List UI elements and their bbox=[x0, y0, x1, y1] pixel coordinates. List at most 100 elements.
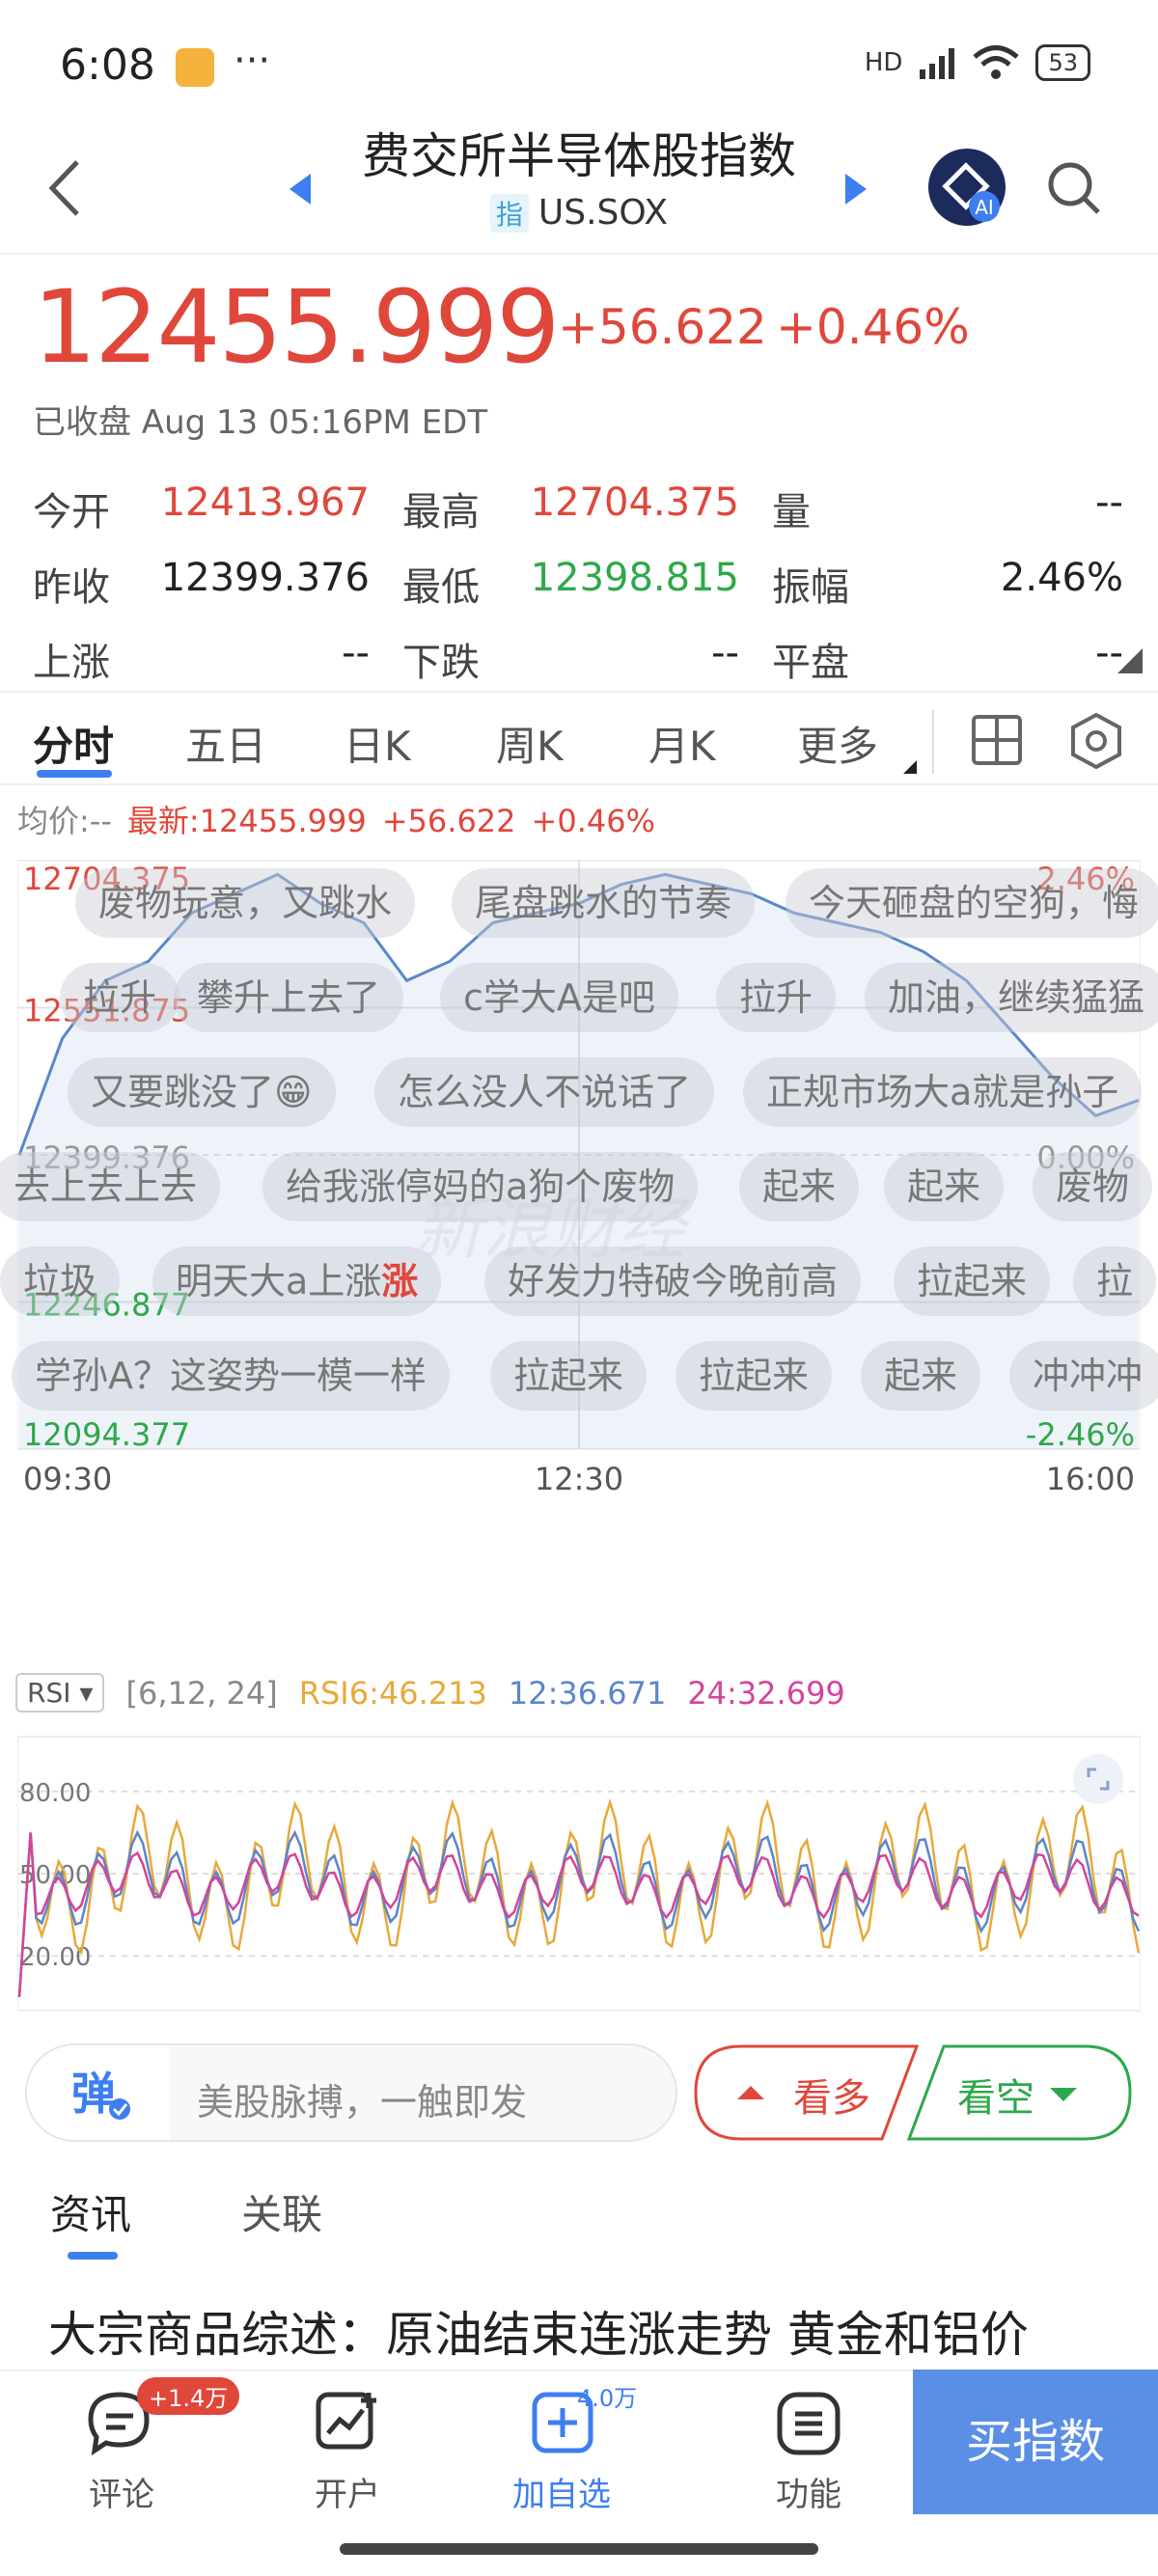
tab-related[interactable]: 关联 bbox=[241, 2182, 322, 2241]
stat-open: 今开 12413.967 bbox=[33, 480, 402, 536]
active-tab-indicator bbox=[37, 770, 112, 778]
tab-weekly-k[interactable]: 周K bbox=[496, 714, 564, 773]
danmu-bubble: 垃圾 bbox=[0, 1247, 121, 1316]
symbol-code: US.SOX bbox=[538, 193, 669, 233]
danmu-bubble: 拉升 bbox=[60, 963, 180, 1032]
danmu-bubble: 拉起来 bbox=[490, 1341, 648, 1411]
danmu-toggle[interactable]: 弹 bbox=[27, 2045, 170, 2140]
stat-label: 量 bbox=[772, 490, 811, 534]
svg-text:弹: 弹 bbox=[71, 2068, 116, 2120]
stat-prev-close: 昨收 12399.376 bbox=[33, 556, 402, 612]
stat-advancers: 上涨 -- bbox=[33, 631, 402, 687]
status-time: 6:08 bbox=[60, 41, 155, 90]
news-headline[interactable]: 大宗商品综述：原油结束连涨走势 黄金和铝价 bbox=[48, 2296, 1029, 2366]
danmu-bubble: c学大A是吧 bbox=[440, 963, 678, 1032]
network-type: HD bbox=[864, 48, 903, 77]
next-symbol-icon[interactable] bbox=[841, 172, 870, 206]
stat-low: 最低 12398.815 bbox=[402, 556, 772, 612]
x-tick-label: 09:30 bbox=[23, 1461, 112, 1497]
nav-comment-label: 评论 bbox=[89, 2476, 154, 2514]
market-status: 已收盘 Aug 13 05:16PM EDT bbox=[33, 403, 488, 442]
danmu-bubble: 尾盘跳水的节奏 bbox=[452, 868, 756, 938]
tab-five-day[interactable]: 五日 bbox=[185, 714, 266, 773]
expand-stats-icon[interactable] bbox=[1117, 648, 1143, 673]
stats-row: 今开 12413.967 最高 12704.375 量 -- bbox=[33, 471, 1123, 546]
indicator-select-label: RSI bbox=[27, 1677, 71, 1709]
danmu-bubble: 拉 bbox=[1073, 1247, 1157, 1316]
tab-news[interactable]: 资讯 bbox=[50, 2182, 131, 2241]
stat-value: 12399.376 bbox=[160, 556, 370, 600]
danmu-overlay: 废物玩意，又跳水 尾盘跳水的节奏 今天砸盘的空狗，悔 拉升 攀升上去了 c学大A… bbox=[0, 868, 1158, 1447]
more-dropdown-icon bbox=[903, 760, 917, 774]
stat-label: 今开 bbox=[33, 490, 110, 534]
danmu-bubble: 明天大a上涨涨 bbox=[152, 1247, 442, 1316]
search-icon[interactable] bbox=[1044, 158, 1104, 218]
danmu-bubble: 正规市场大a就是孙子 bbox=[743, 1057, 1143, 1127]
price-change: +56.622 bbox=[558, 299, 767, 355]
stat-decliners: 下跌 -- bbox=[402, 631, 772, 687]
settings-icon[interactable] bbox=[1069, 712, 1123, 770]
stat-label: 下跌 bbox=[402, 641, 480, 685]
price-change-percent: +0.46% bbox=[776, 299, 970, 355]
tab-monthly-k[interactable]: 月K bbox=[648, 714, 716, 773]
tab-daily-k[interactable]: 日K bbox=[344, 714, 411, 773]
rsi-tick-label: 20.00 bbox=[19, 1943, 91, 1972]
buy-index-button[interactable]: 买指数 bbox=[913, 2370, 1158, 2514]
indicator-select[interactable]: RSI ▾ bbox=[15, 1673, 105, 1713]
news-tab-indicator bbox=[68, 2252, 118, 2260]
danmu-bubble: 加油，继续猛猛 bbox=[865, 963, 1158, 1032]
last-price: 12455.999 bbox=[33, 268, 560, 386]
tab-more[interactable]: 更多 bbox=[797, 714, 878, 773]
open-account-icon[interactable] bbox=[313, 2389, 382, 2458]
stat-label: 最高 bbox=[402, 490, 480, 534]
danmu-text: 明天大a上涨 bbox=[176, 1260, 382, 1302]
danmu-bubble: 怎么没人不说话了 bbox=[374, 1057, 715, 1127]
danmu-bubble: 又要跳没了😁 bbox=[68, 1057, 336, 1127]
stats-row: 昨收 12399.376 最低 12398.815 振幅 2.46% bbox=[33, 546, 1123, 621]
danmu-bubble: 拉升 bbox=[716, 963, 837, 1032]
rsi-tick-label: 80.00 bbox=[19, 1779, 91, 1808]
stat-value: -- bbox=[342, 631, 370, 675]
functions-icon[interactable] bbox=[774, 2389, 843, 2458]
stat-label: 最低 bbox=[402, 565, 480, 610]
layout-grid-icon[interactable] bbox=[971, 714, 1023, 766]
rsi24-value: 24:32.699 bbox=[687, 1674, 845, 1712]
bullish-button[interactable]: 看多 bbox=[693, 2043, 921, 2142]
nav-functions-label: 功能 bbox=[776, 2476, 841, 2514]
header-divider bbox=[0, 253, 1158, 255]
rsi6-value: RSI6:46.213 bbox=[298, 1674, 487, 1712]
latest-price: 最新:12455.999 bbox=[126, 803, 367, 839]
notification-app-icon bbox=[176, 48, 214, 87]
stat-label: 平盘 bbox=[772, 641, 849, 685]
bearish-button[interactable]: 看空 bbox=[905, 2043, 1133, 2142]
tab-intraday[interactable]: 分时 bbox=[33, 714, 114, 773]
more-notifications: ··· bbox=[234, 39, 271, 83]
x-tick-label: 12:30 bbox=[535, 1461, 623, 1497]
comment-placeholder: 美股脉搏，一触即发 bbox=[197, 2081, 528, 2124]
danmu-bubble: 废物 bbox=[1033, 1152, 1153, 1221]
quote-stats: 今开 12413.967 最高 12704.375 量 -- 昨收 12399.376 … bbox=[33, 471, 1123, 697]
stat-volume: 量 -- bbox=[772, 480, 1123, 536]
danmu-bubble: 去上去上去 bbox=[0, 1152, 221, 1221]
danmu-highlight: 涨 bbox=[381, 1260, 419, 1302]
expand-chart-icon[interactable] bbox=[1073, 1754, 1123, 1804]
danmu-bubble: 起来 bbox=[739, 1152, 860, 1221]
watchlist-count: 4.0万 bbox=[577, 2385, 638, 2412]
danmu-bubble: 拉起来 bbox=[676, 1341, 833, 1411]
tab-separator bbox=[932, 710, 934, 774]
stats-row: 上涨 -- 下跌 -- 平盘 -- bbox=[33, 621, 1123, 697]
nav-open-account-label: 开户 bbox=[315, 2476, 380, 2514]
rsi12-value: 12:36.671 bbox=[508, 1674, 667, 1712]
status-indicators: HD 53 bbox=[865, 44, 1090, 81]
stat-value: 12704.375 bbox=[530, 480, 739, 525]
danmu-bubble: 冲冲冲 bbox=[1009, 1341, 1158, 1411]
ai-assistant-icon[interactable]: AI bbox=[926, 147, 1007, 228]
index-tag: 指 bbox=[489, 194, 529, 233]
danmu-bubble: 学孙A？这姿势一模一样 bbox=[12, 1341, 450, 1411]
stat-value: -- bbox=[1095, 480, 1123, 525]
rsi-chart[interactable]: 80.0050.0020.00 bbox=[17, 1729, 1141, 2016]
x-tick-label: 16:00 bbox=[1046, 1461, 1135, 1497]
chart-info-line: 均价:-- 最新:12455.999 +56.622 +0.46% bbox=[17, 797, 655, 841]
danmu-bubble: 废物玩意，又跳水 bbox=[75, 868, 416, 938]
home-indicator[interactable] bbox=[340, 2543, 818, 2555]
